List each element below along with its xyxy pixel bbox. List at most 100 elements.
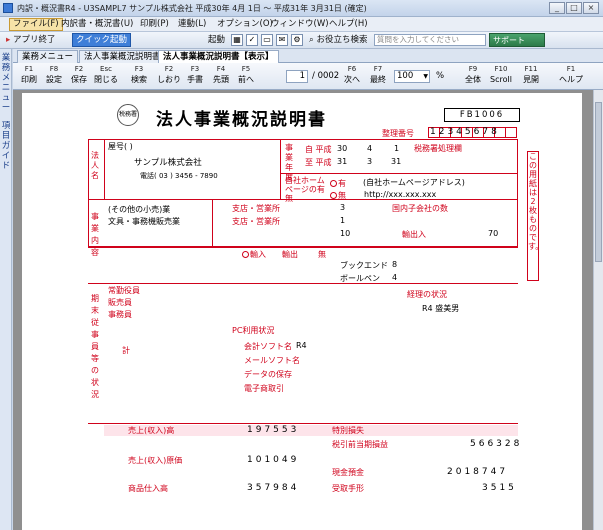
fiscal-from-year: 30	[337, 144, 348, 153]
bill-value: 3515	[482, 483, 517, 493]
seiri-label: 整理番号	[382, 129, 414, 138]
fkey-scroll[interactable]: F10 Scroll	[487, 64, 515, 89]
staff-label: 期末従事員等の状況	[91, 294, 99, 399]
fkey-label: ヘルプ	[559, 75, 583, 84]
fkey-key: F9	[468, 65, 478, 73]
fkey-first[interactable]: F4 先頭	[207, 64, 235, 89]
menu-help[interactable]: ヘルプ(H)	[326, 18, 371, 31]
sidebar: 業務メニュー 項目ガイド	[0, 49, 12, 530]
question-input[interactable]: 質問を入力してください	[374, 34, 486, 46]
page-number-input[interactable]: 1	[286, 70, 308, 83]
launch-button[interactable]: 起動	[205, 33, 228, 47]
fkey-label: しおり	[157, 75, 181, 84]
menu-window[interactable]: ウィンドウ(W)	[268, 18, 332, 31]
tab-bar: 業務メニュー 法人事業概況説明書 法人事業概況説明書【表示】	[13, 49, 603, 63]
fkey-help[interactable]: F1 ヘルプ	[557, 64, 585, 89]
homepage-yes[interactable]: 有	[330, 178, 346, 189]
staff-row-sales: 販売員	[108, 298, 132, 307]
bill-label: 受取手形	[332, 484, 364, 493]
fkey-fit[interactable]: F9 全体	[459, 64, 487, 89]
staff-row-officer: 常勤役員	[108, 286, 140, 295]
fkey-key: Esc	[100, 65, 112, 73]
quick-launch-button[interactable]: クイック起動	[72, 33, 132, 47]
branch-count: 3	[340, 203, 346, 212]
fkey-settings[interactable]: F8 設定	[40, 64, 68, 89]
fkey-close[interactable]: Esc 閉じる	[92, 64, 120, 89]
scrollbar-thumb[interactable]	[595, 102, 602, 262]
useful-search-button[interactable]: ⌕ お役立ち検索	[306, 33, 370, 47]
fkey-save[interactable]: F2 保存	[65, 64, 93, 89]
branch-label: 支店・営業所	[232, 204, 280, 213]
document-viewport[interactable]: 税務署 法人事業概況説明書 FB1006 法人名 屋号( ) サンプル株式会社 …	[13, 90, 593, 530]
useful-search-label: お役立ち検索	[316, 35, 368, 45]
window-icon[interactable]: ▭	[261, 34, 273, 46]
menu-options[interactable]: オプション(O)	[214, 18, 276, 31]
fiscal-to-month: 3	[367, 157, 373, 166]
cost-value: 101049	[247, 455, 300, 465]
chevron-down-icon: ▼	[423, 73, 428, 80]
email-soft-label: メールソフト名	[244, 356, 300, 365]
vertical-scrollbar[interactable]	[593, 90, 603, 530]
company-name: サンプル株式会社	[134, 158, 202, 168]
tool-icon[interactable]: ⚙	[291, 34, 303, 46]
fkey-key: F3	[190, 65, 200, 73]
company-phone: 電話( 03 ) 3456 - 7890	[140, 172, 218, 180]
fkey-label: 印刷	[21, 75, 37, 84]
sales-amount-4: 4	[392, 273, 398, 282]
fiscal-to-label: 至 平成	[305, 158, 332, 167]
tab-gaikyo[interactable]: 法人事業概況説明書	[79, 50, 166, 63]
menu-print[interactable]: 印刷(P)	[137, 18, 172, 31]
manager-label: 経理の状況	[407, 290, 447, 299]
zoom-select[interactable]: 100 ▼	[394, 70, 430, 83]
fkey-print[interactable]: F1 印刷	[15, 64, 43, 89]
calendar-icon[interactable]: ▦	[231, 34, 243, 46]
fkey-bookmark[interactable]: F2 しおり	[155, 64, 183, 89]
fkey-label: 見開	[523, 75, 539, 84]
fiscal-from-day: 1	[394, 144, 400, 153]
fkey-next[interactable]: F6 次へ	[338, 64, 366, 89]
export-option[interactable]: 輸出	[282, 249, 298, 260]
minimize-button[interactable]: _	[549, 2, 565, 14]
fkey-key: F3	[134, 65, 144, 73]
fkey-key: F1	[24, 65, 34, 73]
sales-value: 197553	[247, 425, 300, 435]
fiscal-from-label: 自 平成	[305, 145, 332, 154]
toolbar: ▸ アプリ終了 クイック起動 起動 ▦ ✓ ▭ ✉ ⚙ ⌕ お役立ち検索 質問を…	[0, 32, 603, 49]
staff-row-office: 事務員	[108, 310, 132, 319]
fkey-prev[interactable]: F5 前へ	[232, 64, 260, 89]
menu-uchiwake[interactable]: 内訳書・概況書(U)	[58, 18, 136, 31]
trade-none-option[interactable]: 無	[318, 249, 326, 260]
fkey-search[interactable]: F3 検索	[125, 64, 153, 89]
fkey-label: 先頭	[213, 75, 229, 84]
sidebar-item-menu[interactable]: 業務メニュー	[1, 53, 11, 113]
fkey-key: F8	[49, 65, 59, 73]
product-a: ブックエンド	[340, 261, 388, 270]
data-save-label: データの保存	[244, 370, 292, 379]
purchase-label: 商品仕入高	[128, 484, 168, 493]
trade-ratio-value: 70	[488, 229, 499, 238]
app-exit-button[interactable]: ▸ アプリ終了	[3, 33, 59, 47]
fkey-spread[interactable]: F11 見開	[517, 64, 545, 89]
fkey-handwrite[interactable]: F3 手書	[181, 64, 209, 89]
deposit-label: 現金預金	[332, 468, 364, 477]
window-title: 内訳・概況書R4 - U3SAMPL7 サンプル株式会社 平成30年 4月 1日…	[17, 4, 367, 13]
seiri-number: 12345678	[430, 127, 500, 137]
maximize-button[interactable]: □	[566, 2, 582, 14]
fkey-key: F10	[494, 65, 508, 73]
business-kind: (その他の小売)業	[108, 205, 171, 214]
mail-icon[interactable]: ✉	[276, 34, 288, 46]
tab-menu[interactable]: 業務メニュー	[17, 50, 79, 63]
menu-file[interactable]: ファイル(F)	[9, 18, 63, 31]
app-icon	[3, 3, 13, 13]
fkey-key: F11	[524, 65, 538, 73]
import-option[interactable]: 輸入	[242, 249, 266, 260]
fkey-label: 最終	[370, 75, 386, 84]
fkey-last[interactable]: F7 最終	[364, 64, 392, 89]
tab-gaikyo-view[interactable]: 法人事業概況説明書【表示】	[158, 50, 279, 63]
close-button[interactable]: ×	[583, 2, 599, 14]
check-icon[interactable]: ✓	[246, 34, 258, 46]
support-button[interactable]: サポート	[489, 33, 545, 47]
staff-row-total: 計	[122, 346, 130, 355]
menu-link[interactable]: 連動(L)	[175, 18, 209, 31]
sidebar-item-guide[interactable]: 項目ガイド	[1, 121, 11, 171]
